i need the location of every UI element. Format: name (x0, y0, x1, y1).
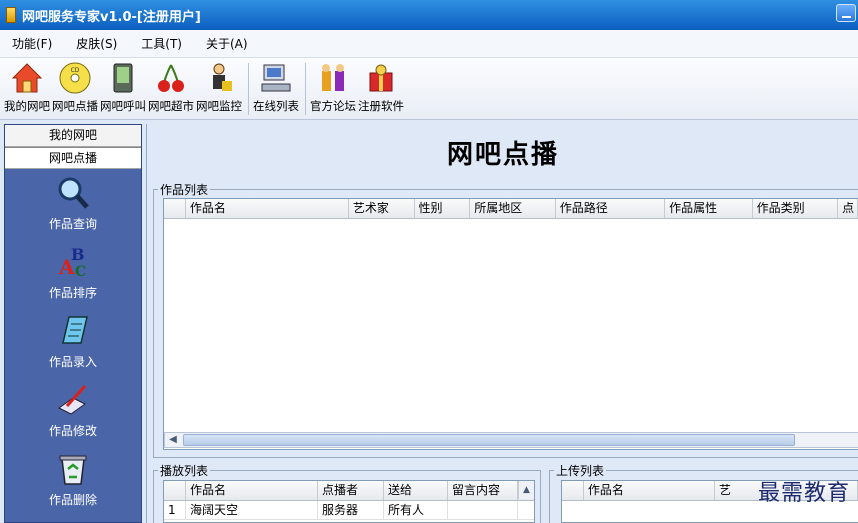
nav-entry-query[interactable]: 作品查询 (5, 175, 141, 244)
person-icon (213, 63, 232, 91)
menu-skin[interactable]: 皮肤(S) (64, 35, 129, 52)
row-number-header (562, 481, 584, 500)
column-header[interactable]: 艺术家 (349, 199, 415, 218)
svg-text:C: C (75, 264, 86, 280)
table-row[interactable]: 1 海阔天空 服务器 所有人 (164, 501, 534, 520)
play-list-legend: 播放列表 (160, 464, 209, 478)
works-list-table[interactable]: 作品名 艺术家 性别 所属地区 作品路径 作品属性 作品类别 点 (163, 198, 858, 450)
cell-work-name: 海阔天空 (186, 501, 318, 519)
menu-tools[interactable]: 工具(T) (129, 35, 194, 52)
tool-market[interactable]: 网吧超市 (148, 58, 194, 118)
cell-requester: 服务器 (318, 501, 384, 519)
column-header[interactable]: 点 (838, 199, 858, 218)
abc-sort-icon: A B C (58, 245, 86, 280)
horizontal-scrollbar[interactable]: ◀ (164, 432, 858, 448)
column-header[interactable]: 作品名 (186, 481, 318, 500)
toolbar-separator (305, 63, 306, 115)
column-header[interactable]: 作品类别 (753, 199, 839, 218)
column-header[interactable]: 留言内容 (448, 481, 518, 500)
main-panel: 网吧点播 作品列表 作品名 艺术家 性别 所属地区 作品路径 作品属性 作品类别… (146, 124, 858, 523)
upload-list-legend: 上传列表 (556, 464, 605, 478)
left-nav: 我的网吧 网吧点播 作品查询 A B C 作品排序 作品录入 作品修改 作品删除 (4, 124, 142, 523)
menu-about[interactable]: 关于(A) (194, 35, 260, 52)
gift-icon (369, 64, 393, 92)
toolbar: 我的网吧 CD 网吧点播 网吧呼叫 网吧超市 网吧监控 在线列表 官方论坛 注册… (0, 58, 858, 120)
svg-text:B: B (71, 245, 85, 264)
column-header[interactable]: 作品名 (186, 199, 349, 218)
nav-entry-delete[interactable]: 作品删除 (5, 451, 141, 520)
play-list-table[interactable]: 作品名 点播者 送给 留言内容 1 海阔天空 服务器 所有人 ▲ (163, 480, 535, 523)
pen-edit-icon (58, 384, 87, 415)
pda-icon (113, 63, 133, 93)
scroll-up-arrow-icon[interactable]: ▲ (518, 481, 534, 499)
people-icon (322, 64, 344, 91)
tool-register[interactable]: 注册软件 (358, 58, 404, 118)
recycle-bin-icon (59, 455, 87, 485)
column-header[interactable]: 作品路径 (556, 199, 666, 218)
tool-vod[interactable]: CD 网吧点播 (52, 58, 98, 118)
cherry-icon (158, 64, 184, 92)
scroll-thumb[interactable] (183, 434, 795, 446)
nav-tab-vod[interactable]: 网吧点播 (5, 147, 141, 169)
row-number-header (164, 199, 186, 218)
scroll-left-arrow-icon[interactable]: ◀ (165, 433, 181, 447)
notebook-icon (62, 316, 88, 344)
nav-tab-my-netbar[interactable]: 我的网吧 (5, 125, 141, 147)
magnifier-icon (58, 177, 89, 209)
cell-message (448, 501, 518, 519)
menu-bar: 功能(F) 皮肤(S) 工具(T) 关于(A) (0, 30, 858, 58)
nav-entry-add[interactable]: 作品录入 (5, 313, 141, 382)
nav-entry-edit[interactable]: 作品修改 (5, 382, 141, 451)
toolbar-separator (248, 63, 249, 115)
watermark-text: 最需教育 (757, 481, 850, 506)
window-title: 网吧服务专家v1.0-[注册用户] (22, 9, 201, 25)
tool-call[interactable]: 网吧呼叫 (100, 58, 146, 118)
title-bar: 网吧服务专家v1.0-[注册用户] (0, 0, 858, 30)
works-list-legend: 作品列表 (160, 183, 209, 197)
menu-function[interactable]: 功能(F) (0, 35, 64, 52)
column-header[interactable]: 作品属性 (665, 199, 753, 218)
column-header[interactable]: 送给 (384, 481, 448, 500)
house-icon (11, 63, 43, 93)
nav-entry-sort[interactable]: A B C 作品排序 (5, 244, 141, 313)
minimize-button[interactable] (836, 4, 856, 22)
row-number: 1 (164, 501, 186, 519)
cell-recipient: 所有人 (384, 501, 448, 519)
table-header: 作品名 艺术家 性别 所属地区 作品路径 作品属性 作品类别 点 (164, 199, 858, 219)
page-title: 网吧点播 (446, 140, 559, 170)
column-header[interactable]: 性别 (415, 199, 471, 218)
tool-forum[interactable]: 官方论坛 (310, 58, 356, 118)
tool-online-list[interactable]: 在线列表 (253, 58, 299, 118)
app-icon (6, 7, 16, 23)
column-header[interactable]: 所属地区 (470, 199, 556, 218)
row-number-header (164, 481, 186, 500)
tool-monitor[interactable]: 网吧监控 (196, 58, 242, 118)
column-header[interactable]: 作品名 (584, 481, 715, 500)
table-header: 作品名 点播者 送给 留言内容 (164, 481, 534, 501)
column-header[interactable]: 点播者 (318, 481, 384, 500)
svg-text:CD: CD (71, 67, 80, 74)
tool-my-netbar[interactable]: 我的网吧 (4, 58, 50, 118)
cd-icon: CD (59, 62, 91, 94)
computer-icon (261, 64, 291, 92)
